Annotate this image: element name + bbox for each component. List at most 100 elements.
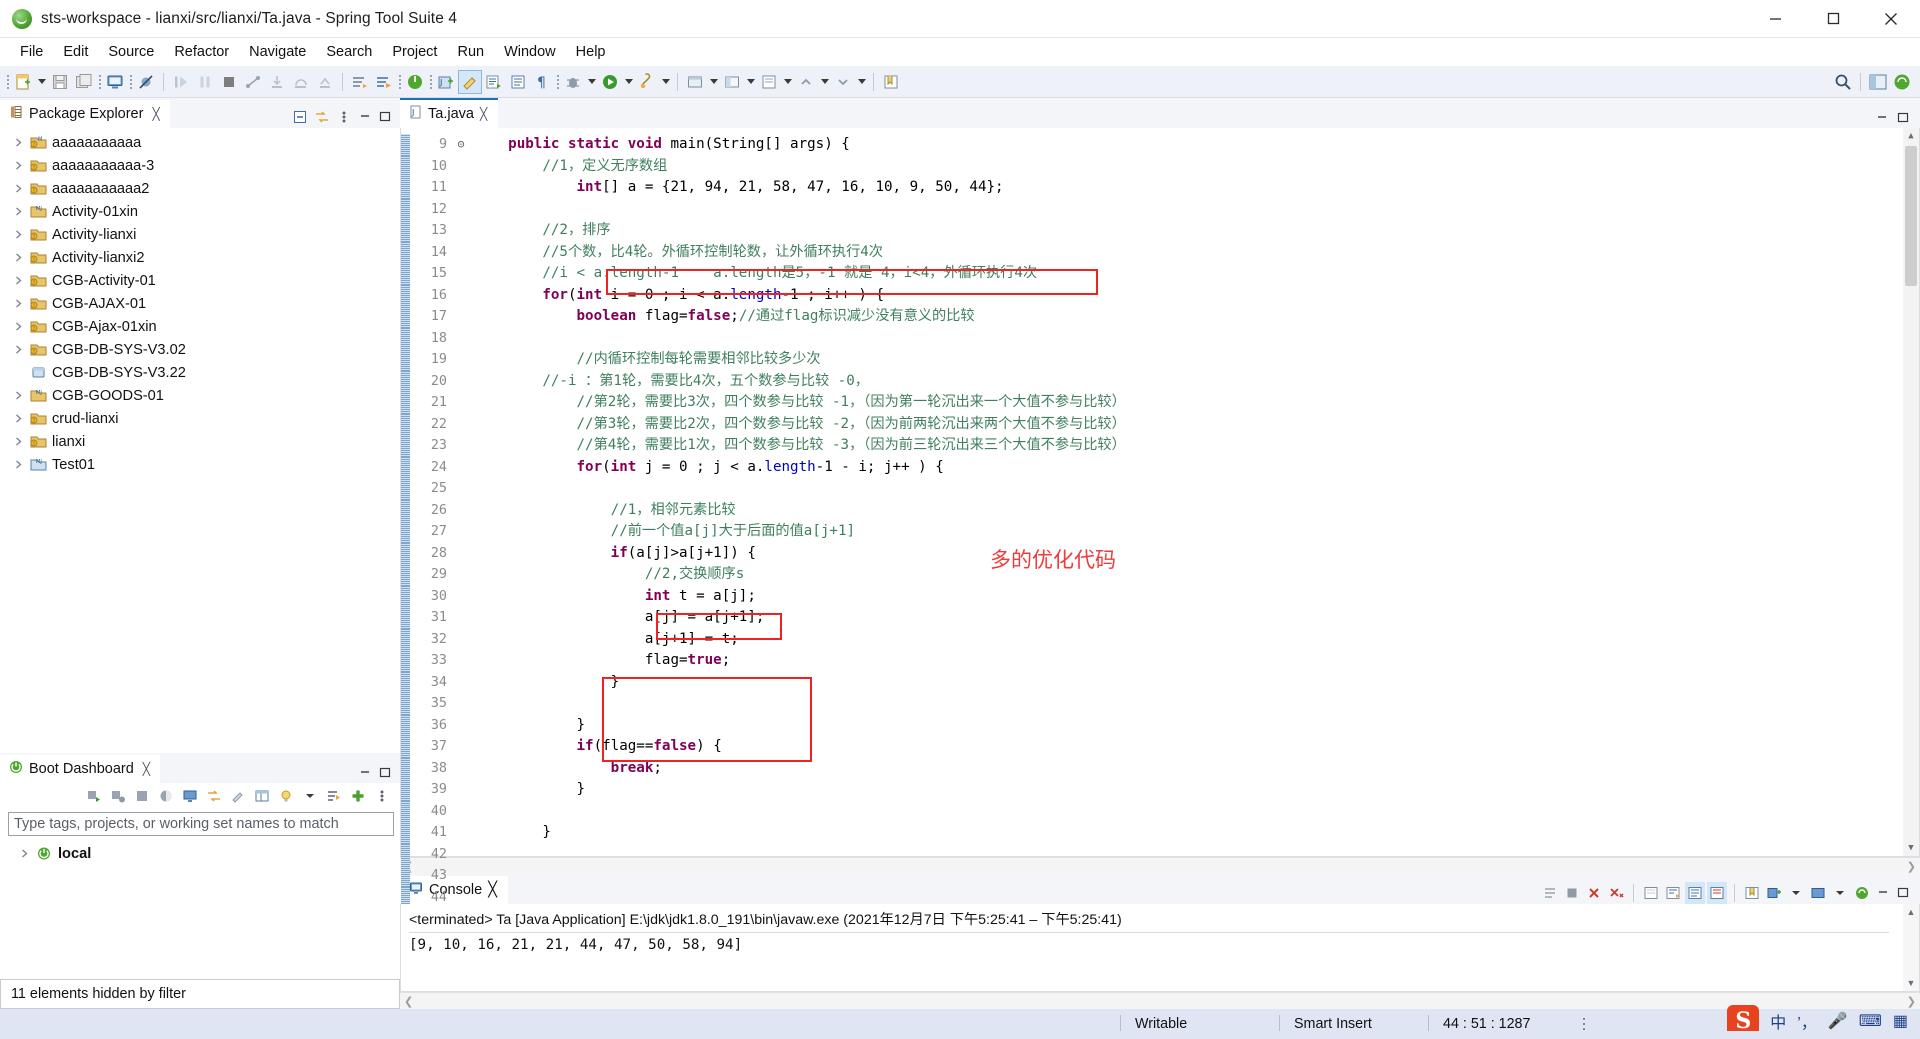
clear-console-icon[interactable] xyxy=(1641,882,1661,904)
tree-item-0[interactable]: M! aaaaaaaaaaa xyxy=(0,131,400,154)
expand-arrow-icon[interactable] xyxy=(10,299,27,308)
code-line[interactable] xyxy=(468,478,1919,500)
tree-item-4[interactable]: ! Activity-lianxi xyxy=(0,223,400,246)
source-editor[interactable]: 9 10 11 12 13 14 15 16 17 18 19 20 21 22 23 24 25 26 27 28 2… xyxy=(400,128,1920,930)
pin-editor-dropdown-icon[interactable] xyxy=(781,71,794,93)
skip-breakpoints-icon[interactable] xyxy=(134,70,158,94)
menu-window[interactable]: Window xyxy=(494,41,566,63)
expand-arrow-icon[interactable] xyxy=(10,345,27,354)
tree-item-1[interactable]: ! aaaaaaaaaaa-3 xyxy=(0,154,400,177)
code-line[interactable]: //5个数，比4轮。外循环控制轮数，让外循环执行4次 xyxy=(468,242,1919,264)
code-line[interactable]: //i < a.length-1 a.length是5，-1 就是 4，i<4，… xyxy=(468,263,1919,285)
search-icon[interactable] xyxy=(1831,70,1855,94)
filter-icon[interactable] xyxy=(324,785,344,807)
code-line[interactable]: int t = a[j]; xyxy=(468,586,1919,608)
debug-start-icon[interactable] xyxy=(108,785,128,807)
link-with-editor-icon[interactable] xyxy=(312,106,332,128)
resume-icon[interactable] xyxy=(169,70,193,94)
menu-source[interactable]: Source xyxy=(98,41,164,63)
console-scroll-right-icon[interactable]: ❯ xyxy=(1907,995,1916,1008)
run-icon[interactable] xyxy=(598,70,622,94)
scroll-right-icon[interactable]: ❯ xyxy=(1907,860,1916,873)
code-line[interactable]: //前一个值a[j]大于后面的值a[j+1] xyxy=(468,521,1919,543)
pin-console-icon[interactable] xyxy=(1742,882,1762,904)
expand-arrow-icon[interactable] xyxy=(10,184,27,193)
console-output-area[interactable]: <terminated> Ta [Java Application] E:\jd… xyxy=(400,904,1920,992)
maximize-button[interactable] xyxy=(1804,0,1862,37)
menu-edit[interactable]: Edit xyxy=(53,41,98,63)
code-line[interactable]: } xyxy=(468,779,1919,801)
run-last-tool-icon[interactable] xyxy=(372,70,396,94)
package-explorer-close-icon[interactable]: ╳ xyxy=(152,107,159,121)
menu-file[interactable]: File xyxy=(10,41,53,63)
pin-editor-icon[interactable] xyxy=(757,70,781,94)
debug-icon[interactable] xyxy=(561,70,585,94)
expand-arrow-icon[interactable] xyxy=(10,138,27,147)
minimize-view-icon[interactable] xyxy=(356,107,374,127)
code-line[interactable]: //1，相邻元素比较 xyxy=(468,500,1919,522)
maximize-view-icon[interactable] xyxy=(376,107,394,127)
tab-package-explorer[interactable]: Package Explorer ╳ xyxy=(0,98,170,128)
package-explorer-tree[interactable]: M! aaaaaaaaaaa ! aaaaaaaaaaa-3 ! aaaaaaaaaa… xyxy=(0,128,400,753)
code-line[interactable]: //第2轮，需要比3次，四个数参与比较 -1，（因为第一轮沉出来一个大值不参与比… xyxy=(468,392,1919,414)
code-line[interactable]: } xyxy=(468,822,1919,844)
code-line[interactable]: //内循环控制每轮需要相邻比较多少次 xyxy=(468,349,1919,371)
restart-icon[interactable] xyxy=(156,785,176,807)
code-line[interactable]: //第3轮，需要比2次，四个数参与比较 -2，（因为前两轮沉出来两个大值不参与比… xyxy=(468,414,1919,436)
expand-arrow-icon[interactable] xyxy=(10,414,27,423)
open-type-icon[interactable] xyxy=(506,70,530,94)
code-line[interactable]: int[] a = {21, 94, 21, 58, 47, 16, 10, 9… xyxy=(468,177,1919,199)
step-return-icon[interactable] xyxy=(313,70,337,94)
new-file-dropdown-icon[interactable] xyxy=(35,71,48,93)
open-console-menu-icon[interactable] xyxy=(1808,882,1828,904)
minimize-view-icon[interactable] xyxy=(356,763,374,783)
perspective-dropdown-icon[interactable] xyxy=(744,71,757,93)
code-line[interactable]: if(flag==false) { xyxy=(468,736,1919,758)
code-line[interactable] xyxy=(468,199,1919,221)
previous-annotation-dropdown-icon[interactable] xyxy=(818,71,831,93)
add-icon[interactable] xyxy=(348,785,368,807)
tree-item-7[interactable]: ! CGB-AJAX-01 xyxy=(0,292,400,315)
ime-toolbox-icon[interactable]: ▦ xyxy=(1893,1011,1908,1031)
new-java-class-icon[interactable] xyxy=(458,69,482,94)
code-line[interactable]: for(int j = 0 ; j < a.length-1 - i; j++ … xyxy=(468,457,1919,479)
menu-navigate[interactable]: Navigate xyxy=(239,41,316,63)
bookmark-icon[interactable] xyxy=(879,70,903,94)
menu-help[interactable]: Help xyxy=(566,41,616,63)
open-console-icon[interactable] xyxy=(180,785,200,807)
menu-refactor[interactable]: Refactor xyxy=(164,41,239,63)
tree-item-12[interactable]: ! crud-lianxi xyxy=(0,407,400,430)
boot-dashboard-item-local[interactable]: local xyxy=(0,842,400,865)
new-java-package-icon[interactable] xyxy=(482,70,506,94)
paragraph-marks-icon[interactable]: ¶ xyxy=(530,70,554,94)
next-annotation-icon[interactable] xyxy=(831,70,855,94)
code-line[interactable]: //2，排序 xyxy=(468,220,1919,242)
code-line[interactable]: if(a[j]>a[j+1]) { xyxy=(468,543,1919,565)
console-scroll-left-icon[interactable]: ❮ xyxy=(404,995,413,1008)
menu-search[interactable]: Search xyxy=(316,41,382,63)
console-icon[interactable] xyxy=(103,70,127,94)
code-line[interactable]: } xyxy=(468,672,1919,694)
run-external-tools-icon[interactable] xyxy=(635,70,659,94)
code-line[interactable]: //2,交换顺序s xyxy=(468,564,1919,586)
maximize-editor-icon[interactable] xyxy=(1894,108,1912,128)
expand-arrow-icon[interactable] xyxy=(16,849,33,858)
tags-icon[interactable] xyxy=(276,785,296,807)
edit-icon[interactable] xyxy=(228,785,248,807)
spring-perspective-icon[interactable] xyxy=(1890,70,1914,94)
tree-item-6[interactable]: ! CGB-Activity-01 xyxy=(0,269,400,292)
close-button[interactable] xyxy=(1862,0,1920,37)
code-line[interactable]: a[j+1] = t; xyxy=(468,629,1919,651)
console-horizontal-scrollbar[interactable]: ❮ ❯ xyxy=(400,992,1920,1009)
new-console-view-icon[interactable] xyxy=(1764,882,1784,904)
toolbar-drag-handle[interactable] xyxy=(4,72,11,92)
stop-icon[interactable] xyxy=(132,785,152,807)
tree-item-14[interactable]: MJ Test01 xyxy=(0,453,400,476)
remove-launch-icon[interactable] xyxy=(1584,882,1604,904)
new-file-icon[interactable] xyxy=(11,70,35,94)
minimize-console-icon[interactable] xyxy=(1874,883,1892,903)
tree-item-9[interactable]: ! CGB-DB-SYS-V3.02 xyxy=(0,338,400,361)
ime-microphone-icon[interactable]: 🎤 xyxy=(1828,1011,1848,1031)
scroll-lock-icon[interactable] xyxy=(1663,882,1683,904)
minimize-button[interactable] xyxy=(1746,0,1804,37)
